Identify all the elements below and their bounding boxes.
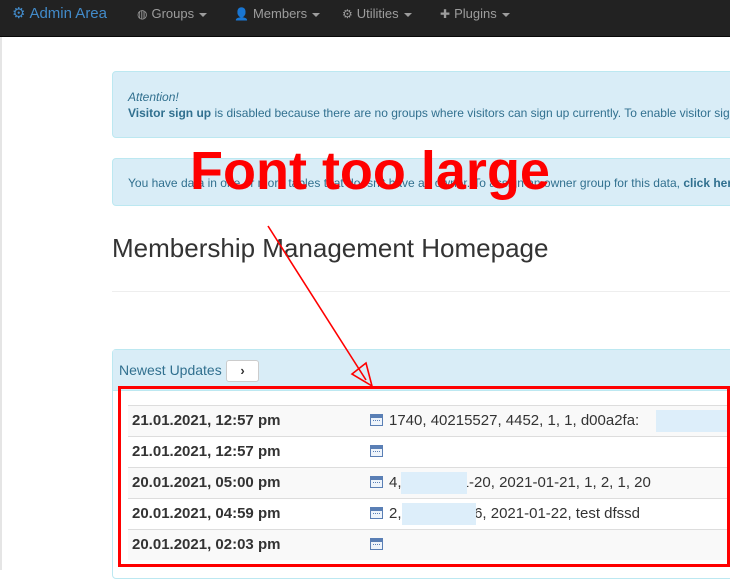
brand-label: Admin Area bbox=[29, 5, 107, 22]
update-date: 21.01.2021, 12:57 pm bbox=[132, 412, 281, 429]
redaction-block bbox=[656, 410, 730, 432]
page-title: Membership Management Homepage bbox=[112, 233, 549, 263]
cog-icon: ⚙ bbox=[342, 7, 353, 21]
user-icon: 👤 bbox=[234, 7, 249, 21]
nav-utilities-label: Utilities bbox=[356, 6, 399, 21]
redaction-block bbox=[402, 503, 476, 525]
update-date: 20.01.2021, 02:03 pm bbox=[132, 536, 281, 553]
panel-heading: Newest Updates › bbox=[113, 350, 730, 391]
nav-plugins-label: Plugins bbox=[454, 6, 497, 21]
caret-down-icon bbox=[312, 12, 321, 17]
calendar-icon bbox=[370, 476, 383, 488]
alert-bold-text: Visitor sign up bbox=[128, 106, 212, 120]
annotation-label: Font too large bbox=[190, 141, 550, 201]
table-row[interactable]: 20.01.2021, 05:00 pm 4, , 2021-01-20, 20… bbox=[128, 467, 730, 498]
redaction-block bbox=[401, 472, 467, 494]
nav-plugins-menu[interactable]: ✚ Plugins bbox=[440, 0, 510, 30]
plus-icon: ✚ bbox=[440, 7, 451, 21]
update-date: 20.01.2021, 05:00 pm bbox=[132, 474, 281, 491]
alert-heading: Attention! bbox=[128, 90, 179, 104]
visitor-signup-alert: Attention! Visitor sign up is disabled b… bbox=[112, 71, 730, 138]
calendar-icon bbox=[370, 507, 383, 519]
panel-title: Newest Updates bbox=[119, 362, 222, 378]
nav-utilities-menu[interactable]: ⚙ Utilities bbox=[342, 0, 412, 30]
caret-down-icon bbox=[501, 12, 510, 17]
calendar-icon bbox=[370, 538, 383, 550]
calendar-icon bbox=[370, 445, 383, 457]
update-date: 20.01.2021, 04:59 pm bbox=[132, 505, 281, 522]
nav-members-menu[interactable]: 👤 Members bbox=[234, 0, 321, 30]
divider bbox=[112, 291, 730, 292]
update-text: 1740, 40215527, 4452, 1, 1, d00a2fa: bbox=[389, 412, 640, 429]
chevron-right-icon: › bbox=[240, 363, 245, 378]
alert-text: is disabled because there are no groups … bbox=[211, 106, 730, 120]
globe-icon: ◍ bbox=[137, 7, 148, 21]
calendar-icon bbox=[370, 414, 383, 426]
left-divider bbox=[0, 37, 2, 570]
caret-down-icon bbox=[199, 12, 208, 17]
cog-icon: ⚙ bbox=[12, 5, 26, 22]
expand-updates-button[interactable]: › bbox=[226, 360, 259, 382]
table-row[interactable]: 20.01.2021, 04:59 pm 2, 2021-01-16, 2021… bbox=[128, 498, 730, 529]
update-date: 21.01.2021, 12:57 pm bbox=[132, 443, 281, 460]
assign-owner-link[interactable]: click her bbox=[683, 176, 730, 190]
nav-groups-label: Groups bbox=[151, 6, 195, 21]
table-row[interactable]: 20.01.2021, 02:03 pm bbox=[128, 529, 730, 560]
top-navbar: ⚙ Admin Area ◍ Groups 👤 Members ⚙ Utilities … bbox=[0, 0, 730, 37]
table-row[interactable]: 21.01.2021, 12:57 pm bbox=[128, 436, 730, 467]
table-row[interactable]: 21.01.2021, 12:57 pm 1740, 40215527, 445… bbox=[128, 405, 730, 436]
alert-message: Visitor sign up is disabled because ther… bbox=[128, 106, 730, 120]
nav-members-label: Members bbox=[252, 6, 308, 21]
brand-link[interactable]: ⚙ Admin Area bbox=[12, 0, 107, 30]
caret-down-icon bbox=[403, 12, 412, 17]
nav-groups-menu[interactable]: ◍ Groups bbox=[137, 0, 208, 30]
